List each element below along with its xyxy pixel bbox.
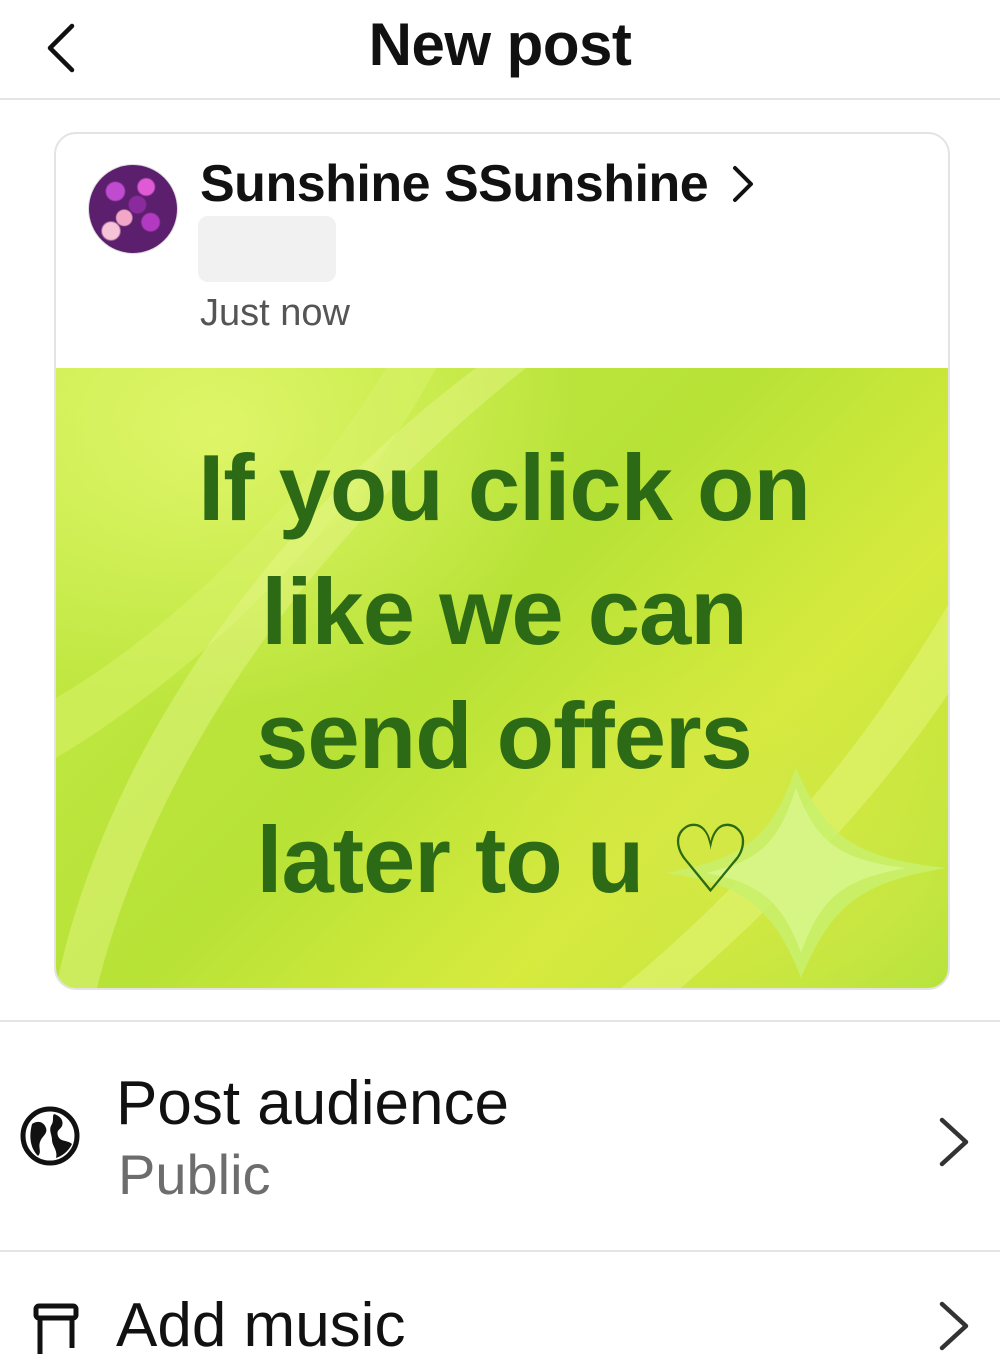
post-image-text: If you click on like we can send offers … xyxy=(56,426,948,922)
redacted-field xyxy=(198,216,336,282)
chevron-right-icon xyxy=(939,1301,969,1351)
top-bar: New post xyxy=(0,0,1000,100)
section-divider xyxy=(0,1250,1000,1252)
post-text-line: send offers xyxy=(256,683,753,788)
post-preview-card: Sunshine SSunshine Just now If you click… xyxy=(54,132,950,990)
post-text-line: like we can xyxy=(261,559,747,664)
post-audience-row[interactable]: Post audience Public xyxy=(0,1040,1000,1240)
post-image: If you click on like we can send offers … xyxy=(56,368,948,988)
add-music-row[interactable]: Add music xyxy=(0,1258,1000,1360)
music-icon xyxy=(33,1303,79,1354)
author-link[interactable]: Sunshine SSunshine xyxy=(200,154,756,214)
post-audience-value: Public xyxy=(118,1143,271,1206)
avatar[interactable] xyxy=(88,164,178,254)
chevron-right-icon xyxy=(730,164,756,204)
author-name: Sunshine SSunshine xyxy=(200,155,709,213)
section-divider xyxy=(0,1020,1000,1022)
chevron-right-icon xyxy=(939,1117,969,1167)
globe-icon xyxy=(20,1106,80,1166)
post-text-line: If you click on xyxy=(198,435,811,540)
post-text-line: later to u ♡ xyxy=(256,807,752,912)
post-timestamp: Just now xyxy=(200,292,350,334)
post-audience-label: Post audience xyxy=(116,1069,509,1138)
page-title: New post xyxy=(368,11,632,78)
add-music-label: Add music xyxy=(116,1291,406,1360)
